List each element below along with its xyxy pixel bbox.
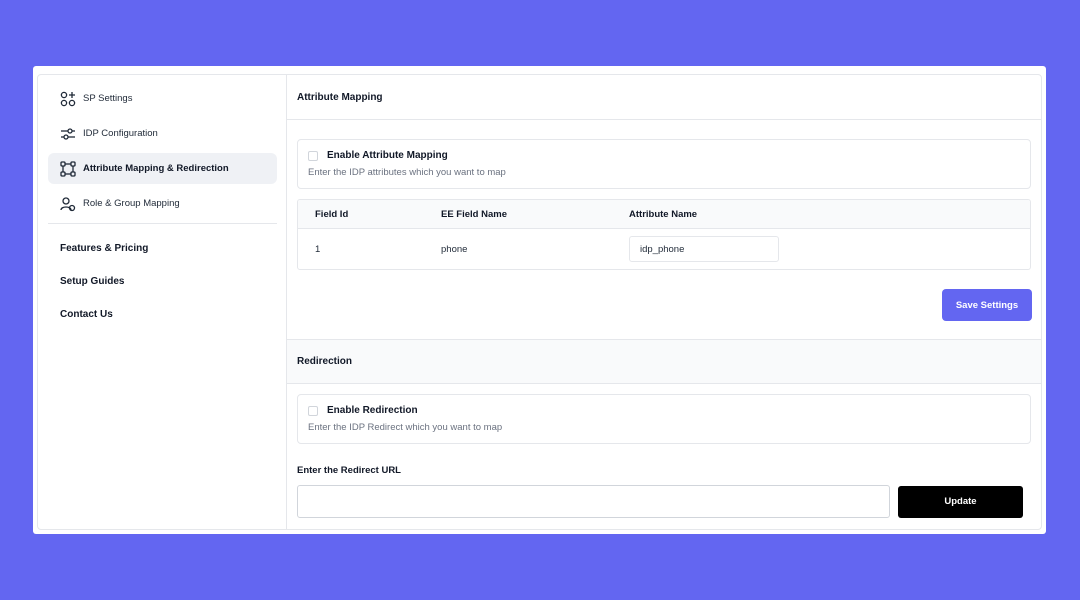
column-header-field-name: EE Field Name (441, 208, 507, 220)
cell-field-id: 1 (315, 243, 321, 255)
redirect-url-row: Update (297, 485, 1032, 518)
table-header: Field Id EE Field Name Attribute Name (298, 200, 1030, 229)
sliders-icon (60, 126, 76, 142)
sidebar-item-label: SP Settings (83, 93, 133, 104)
sidebar-item-role-group-mapping[interactable]: Role & Group Mapping (48, 188, 277, 219)
app-window: SP Settings IDP Configuration Attribute … (33, 66, 1046, 534)
redirect-url-input[interactable] (297, 485, 890, 518)
enable-attribute-mapping-card: Enable Attribute Mapping Enter the IDP a… (297, 139, 1031, 189)
table-row: 1 phone idp_phone (298, 229, 1030, 269)
enable-redirection-card: Enable Redirection Enter the IDP Redirec… (297, 394, 1031, 444)
link-contact-us[interactable]: Contact Us (38, 298, 286, 331)
update-button[interactable]: Update (898, 485, 1023, 518)
column-header-attribute-name: Attribute Name (629, 208, 698, 220)
settings-panel: SP Settings IDP Configuration Attribute … (37, 74, 1042, 530)
redirection-title: Redirection (287, 339, 1041, 384)
attribute-table: Field Id EE Field Name Attribute Name 1 … (297, 199, 1031, 270)
grid-plus-icon (60, 91, 76, 107)
enable-redirection-label: Enable Redirection (327, 405, 418, 416)
attribute-name-input[interactable]: idp_phone (629, 236, 779, 262)
sidebar-item-label: Role & Group Mapping (83, 198, 180, 209)
enable-redirection-checkbox[interactable] (308, 405, 318, 416)
column-header-field-id: Field Id (315, 208, 349, 220)
attribute-mapping-title: Attribute Mapping (287, 75, 1041, 120)
redirection-description: Enter the IDP Redirect which you want to… (308, 422, 503, 433)
sidebar-item-label: IDP Configuration (83, 128, 158, 139)
redirect-url-label: Enter the Redirect URL (297, 465, 401, 476)
sidebar-item-label: Attribute Mapping & Redirection (83, 163, 229, 174)
main-content: Attribute Mapping Enable Attribute Mappi… (287, 75, 1041, 529)
enable-attribute-mapping-label: Enable Attribute Mapping (327, 150, 448, 161)
sidebar-divider (48, 223, 277, 224)
link-setup-guides[interactable]: Setup Guides (38, 265, 286, 298)
sidebar-item-sp-settings[interactable]: SP Settings (48, 83, 277, 114)
cell-field-name: phone (441, 243, 468, 255)
attribute-mapping-description: Enter the IDP attributes which you want … (308, 167, 506, 178)
sidebar-item-idp-configuration[interactable]: IDP Configuration (48, 118, 277, 149)
save-settings-button[interactable]: Save Settings (942, 289, 1032, 321)
enable-attribute-mapping-checkbox[interactable] (308, 150, 318, 161)
link-features-pricing[interactable]: Features & Pricing (38, 232, 286, 265)
nodes-icon (60, 160, 76, 177)
sidebar-item-attribute-mapping[interactable]: Attribute Mapping & Redirection (48, 153, 277, 184)
sidebar: SP Settings IDP Configuration Attribute … (38, 75, 287, 529)
users-icon (60, 196, 76, 212)
